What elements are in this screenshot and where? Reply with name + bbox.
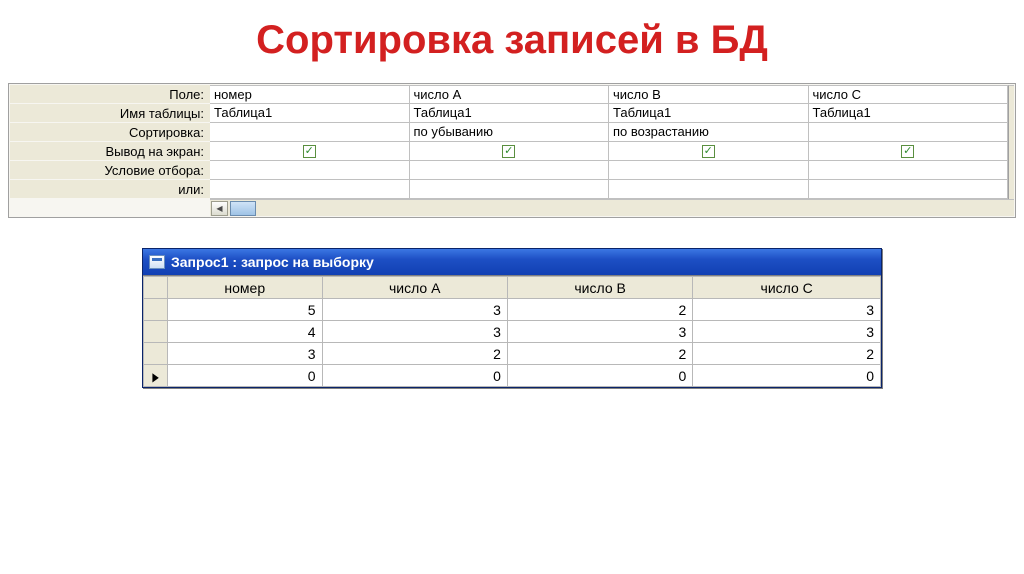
datasheet-icon [149,255,165,269]
design-cell[interactable] [609,180,809,199]
data-cell[interactable]: 0 [693,365,881,387]
show-checkbox[interactable]: ✓ [901,145,914,158]
data-cell[interactable]: 2 [507,343,692,365]
data-cell[interactable]: 5 [168,299,323,321]
table-row[interactable]: ▶0000 [144,365,881,387]
design-cell[interactable] [210,161,410,180]
design-cell[interactable]: ✓ [609,142,809,161]
design-row-label: Имя таблицы: [10,104,210,123]
design-row-label: или: [10,180,210,199]
design-cell[interactable]: Таблица1 [809,104,1009,123]
show-checkbox[interactable]: ✓ [303,145,316,158]
show-checkbox[interactable]: ✓ [502,145,515,158]
design-cell[interactable]: ✓ [809,142,1009,161]
show-checkbox[interactable]: ✓ [702,145,715,158]
data-cell[interactable]: 2 [322,343,507,365]
design-cell[interactable]: число С [809,85,1009,104]
design-row-label: Сортировка: [10,123,210,142]
design-cell[interactable] [210,180,410,199]
table-row[interactable]: 3222 [144,343,881,365]
data-cell[interactable]: 2 [507,299,692,321]
column-header[interactable]: номер [168,277,323,299]
design-cell[interactable] [809,123,1009,142]
design-cell[interactable]: Таблица1 [410,104,610,123]
data-cell[interactable]: 0 [322,365,507,387]
current-row-marker-icon: ▶ [152,370,158,384]
design-cell[interactable]: по возрастанию [609,123,809,142]
design-scrollbar[interactable]: ◀ [210,199,1014,216]
result-datasheet[interactable]: номерчисло Ачисло Вчисло С532343333222▶0… [143,276,881,387]
design-cell[interactable] [210,123,410,142]
data-cell[interactable]: 3 [322,299,507,321]
table-row[interactable]: 4333 [144,321,881,343]
column-header[interactable]: число А [322,277,507,299]
scroll-left-icon[interactable]: ◀ [211,201,228,216]
design-cell[interactable] [809,180,1009,199]
design-cell[interactable]: ✓ [210,142,410,161]
design-cell[interactable]: номер [210,85,410,104]
design-cell[interactable] [410,180,610,199]
data-cell[interactable]: 3 [507,321,692,343]
row-selector[interactable]: ▶ [144,365,168,387]
column-header[interactable]: число В [507,277,692,299]
data-cell[interactable]: 3 [168,343,323,365]
design-row-label: Условие отбора: [10,161,210,180]
data-cell[interactable]: 3 [693,299,881,321]
design-row-label: Вывод на экран: [10,142,210,161]
data-cell[interactable]: 0 [168,365,323,387]
design-cell[interactable] [609,161,809,180]
design-cell[interactable] [410,161,610,180]
row-selector[interactable] [144,299,168,321]
design-cell[interactable]: число А [410,85,610,104]
query-design-grid: Поле:номерчисло Ачисло Вчисло С Имя табли… [8,83,1016,218]
row-selector[interactable] [144,321,168,343]
table-row[interactable]: 5323 [144,299,881,321]
design-cell[interactable]: Таблица1 [210,104,410,123]
row-selector-header[interactable] [144,277,168,299]
design-cell[interactable]: Таблица1 [609,104,809,123]
data-cell[interactable]: 4 [168,321,323,343]
design-cell[interactable]: число В [609,85,809,104]
data-cell[interactable]: 2 [693,343,881,365]
result-titlebar[interactable]: Запрос1 : запрос на выборку [143,249,881,275]
design-cell[interactable]: по убыванию [410,123,610,142]
column-header[interactable]: число С [693,277,881,299]
result-window-title: Запрос1 : запрос на выборку [171,254,374,270]
slide-title: Сортировка записей в БД [0,18,1024,63]
data-cell[interactable]: 3 [693,321,881,343]
result-window: Запрос1 : запрос на выборку номерчисло А… [142,248,882,388]
design-cell[interactable] [809,161,1009,180]
data-cell[interactable]: 0 [507,365,692,387]
row-selector[interactable] [144,343,168,365]
scroll-thumb[interactable] [230,201,256,216]
design-row-label: Поле: [10,85,210,104]
data-cell[interactable]: 3 [322,321,507,343]
design-cell[interactable]: ✓ [410,142,610,161]
